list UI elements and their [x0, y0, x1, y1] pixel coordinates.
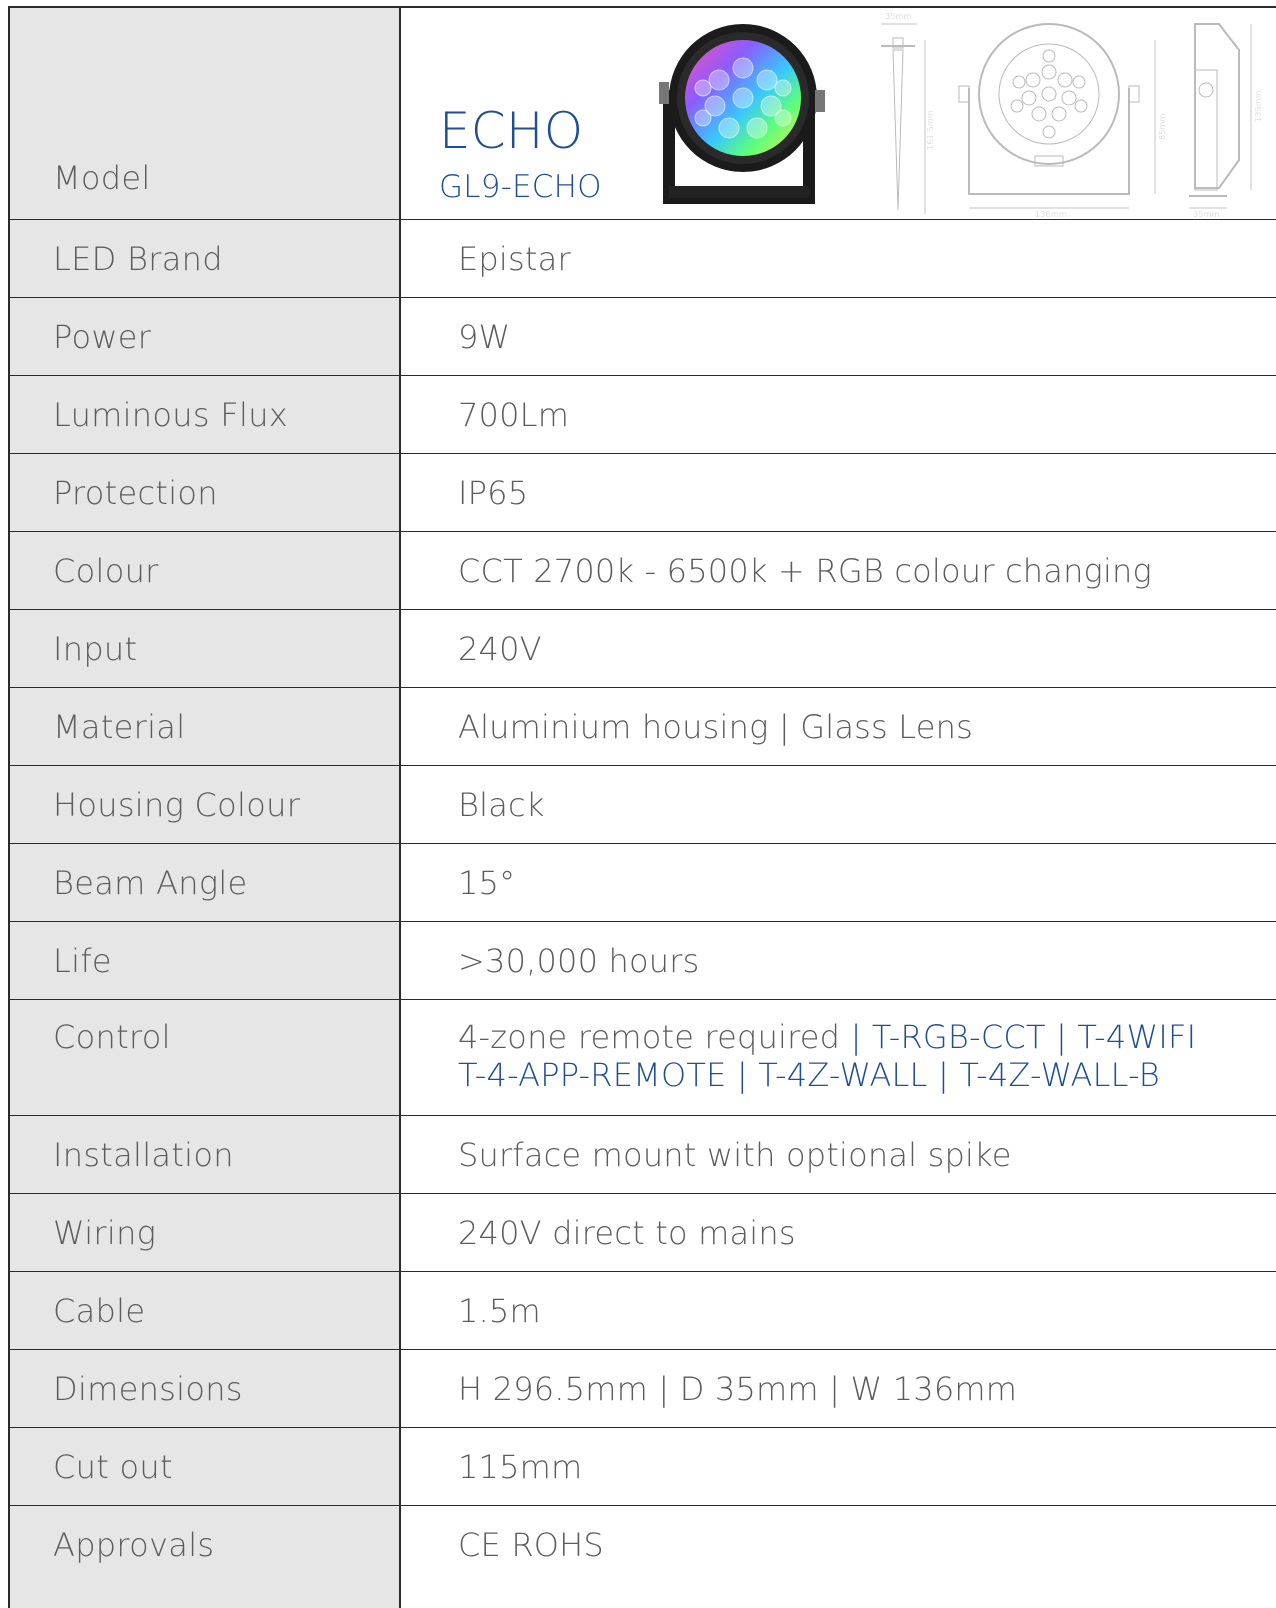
spec-label: Power [10, 298, 401, 375]
spec-value: 15° [458, 863, 516, 902]
spec-label: Material [10, 688, 401, 765]
spec-value: 9W [458, 317, 511, 356]
spec-row-power: Power 9W [10, 298, 1276, 376]
spec-row-control: Control 4-zone remote required | T-RGB-C… [10, 1000, 1276, 1116]
spec-row-life: Life >30,000 hours [10, 922, 1276, 1000]
svg-text:136mm: 136mm [1035, 210, 1067, 218]
spec-row-led-brand: LED Brand Epistar [10, 220, 1276, 298]
spec-value: Surface mount with optional spike [458, 1135, 1012, 1174]
spec-value: >30,000 hours [458, 941, 700, 980]
spec-value: 115mm [458, 1447, 583, 1486]
spec-row-protection: Protection IP65 [10, 454, 1276, 532]
spec-label: Installation [10, 1116, 401, 1193]
spec-table: Model ECHO GL9-ECHO 35mm 161.5mm 85mm 13… [8, 6, 1276, 1608]
spec-label: LED Brand [10, 220, 401, 297]
front-drawing: 85mm 136mm [958, 23, 1167, 218]
spec-value: 240V [458, 629, 542, 668]
spec-value: 240V direct to mains [458, 1213, 796, 1252]
control-line-1: 4-zone remote required | T-RGB-CCT | T-4… [458, 1018, 1276, 1056]
spec-row-installation: Installation Surface mount with optional… [10, 1116, 1276, 1194]
spec-label: Input [10, 610, 401, 687]
spec-row-material: Material Aluminium housing | Glass Lens [10, 688, 1276, 766]
spike-drawing: 35mm 161.5mm [881, 12, 935, 214]
spec-row-luminous-flux: Luminous Flux 700Lm [10, 376, 1276, 454]
spec-row-input: Input 240V [10, 610, 1276, 688]
svg-text:35mm: 35mm [1193, 210, 1220, 218]
svg-text:135mm: 135mm [1254, 90, 1263, 122]
product-photo [659, 24, 825, 204]
spec-label: Housing Colour [10, 766, 401, 843]
spec-value: 1.5m [458, 1291, 541, 1330]
model-code: GL9-ECHO [439, 169, 602, 205]
spec-row-dimensions: Dimensions H 296.5mm | D 35mm | W 136mm [10, 1350, 1276, 1428]
spec-row-wiring: Wiring 240V direct to mains [10, 1194, 1276, 1272]
spec-row-model: Model ECHO GL9-ECHO 35mm 161.5mm 85mm 13… [10, 8, 1276, 220]
spec-value: IP65 [458, 473, 529, 512]
model-cell: ECHO GL9-ECHO 35mm 161.5mm 85mm 136mm 13… [401, 8, 1276, 219]
spec-label: Cut out [10, 1428, 401, 1505]
spec-label: Model [10, 8, 401, 219]
spec-label: Beam Angle [10, 844, 401, 921]
spec-label: Protection [10, 454, 401, 531]
svg-text:161.5mm: 161.5mm [926, 110, 935, 150]
spec-label: Colour [10, 532, 401, 609]
control-value: 4-zone remote required | T-RGB-CCT | T-4… [401, 1000, 1276, 1115]
spec-row-housing-colour: Housing Colour Black [10, 766, 1276, 844]
spec-label: Control [10, 1000, 401, 1115]
svg-text:85mm: 85mm [1158, 113, 1167, 140]
spec-label: Dimensions [10, 1350, 401, 1427]
spec-row-beam-angle: Beam Angle 15° [10, 844, 1276, 922]
spec-label: Luminous Flux [10, 376, 401, 453]
side-drawing: 135mm 35mm [1189, 23, 1263, 218]
spec-value: H 296.5mm | D 35mm | W 136mm [458, 1369, 1018, 1408]
spec-value: 700Lm [458, 395, 570, 434]
spec-value: CCT 2700k - 6500k + RGB colour changing [458, 551, 1152, 590]
svg-text:35mm: 35mm [885, 12, 912, 21]
spec-value: Aluminium housing | Glass Lens [458, 707, 973, 746]
model-name: ECHO [439, 102, 584, 160]
control-product-links[interactable]: T-4-APP-REMOTE | T-4Z-WALL | T-4Z-WALL-B [458, 1056, 1276, 1094]
spec-row-cut-out: Cut out 115mm [10, 1428, 1276, 1506]
spec-value: Epistar [458, 239, 571, 278]
spec-label: Life [10, 922, 401, 999]
spec-row-cable: Cable 1.5m [10, 1272, 1276, 1350]
control-product-links[interactable]: | T-RGB-CCT | T-4WIFI [851, 1018, 1197, 1056]
spec-label: Wiring [10, 1194, 401, 1271]
spec-value: Black [458, 785, 545, 824]
control-plain-text: 4-zone remote required [458, 1018, 851, 1056]
spec-label: Cable [10, 1272, 401, 1349]
spec-row-colour: Colour CCT 2700k - 6500k + RGB colour ch… [10, 532, 1276, 610]
